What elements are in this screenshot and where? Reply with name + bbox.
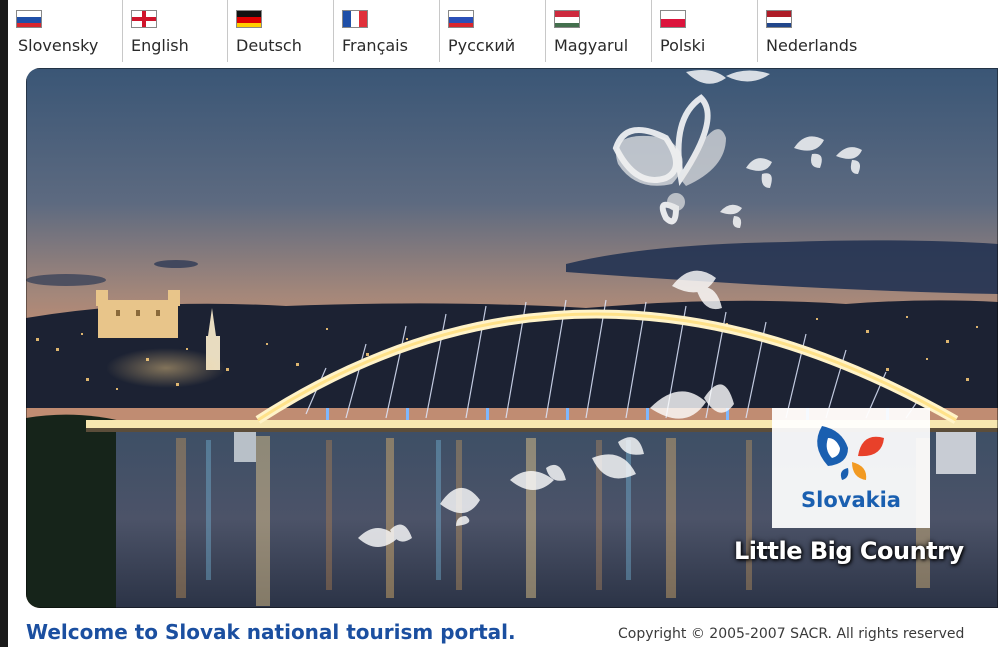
language-label: English xyxy=(131,36,189,55)
slogan: Little Big Country xyxy=(734,537,964,565)
language-bar: Slovensky English Deutsch Français Русск… xyxy=(8,0,998,64)
polish-flag-icon xyxy=(660,10,686,28)
welcome-heading: Welcome to Slovak national tourism porta… xyxy=(26,620,516,644)
language-label: Slovensky xyxy=(18,36,99,55)
language-label: Русский xyxy=(448,36,516,55)
page: Slovensky English Deutsch Français Русск… xyxy=(8,0,998,647)
dutch-flag-icon xyxy=(766,10,792,28)
slovakia-logo: Slovakia xyxy=(772,408,930,528)
language-polski[interactable]: Polski xyxy=(651,0,756,62)
language-label: Deutsch xyxy=(236,36,302,55)
language-english[interactable]: English xyxy=(122,0,227,62)
language-magyarul[interactable]: Magyarul xyxy=(545,0,650,62)
language-label: Nederlands xyxy=(766,36,858,55)
english-flag-icon xyxy=(131,10,157,28)
window-frame: Slovensky English Deutsch Français Русск… xyxy=(0,0,998,647)
language-label: Magyarul xyxy=(554,36,629,55)
french-flag-icon xyxy=(342,10,368,28)
hero-banner[interactable]: Slovakia Little Big Country xyxy=(26,68,998,608)
language-francais[interactable]: Français xyxy=(333,0,438,62)
language-slovensky[interactable]: Slovensky xyxy=(8,0,121,62)
language-russian[interactable]: Русский xyxy=(439,0,544,62)
logo-text: Slovakia xyxy=(801,488,901,512)
slovakia-logo-icon xyxy=(817,426,884,480)
hungarian-flag-icon xyxy=(554,10,580,28)
language-label: Polski xyxy=(660,36,706,55)
language-label: Français xyxy=(342,36,408,55)
copyright-text: Copyright © 2005-2007 SACR. All rights r… xyxy=(618,626,965,642)
russian-flag-icon xyxy=(448,10,474,28)
slovak-flag-icon xyxy=(16,10,42,28)
german-flag-icon xyxy=(236,10,262,28)
language-deutsch[interactable]: Deutsch xyxy=(227,0,332,62)
language-nederlands[interactable]: Nederlands xyxy=(757,0,888,62)
